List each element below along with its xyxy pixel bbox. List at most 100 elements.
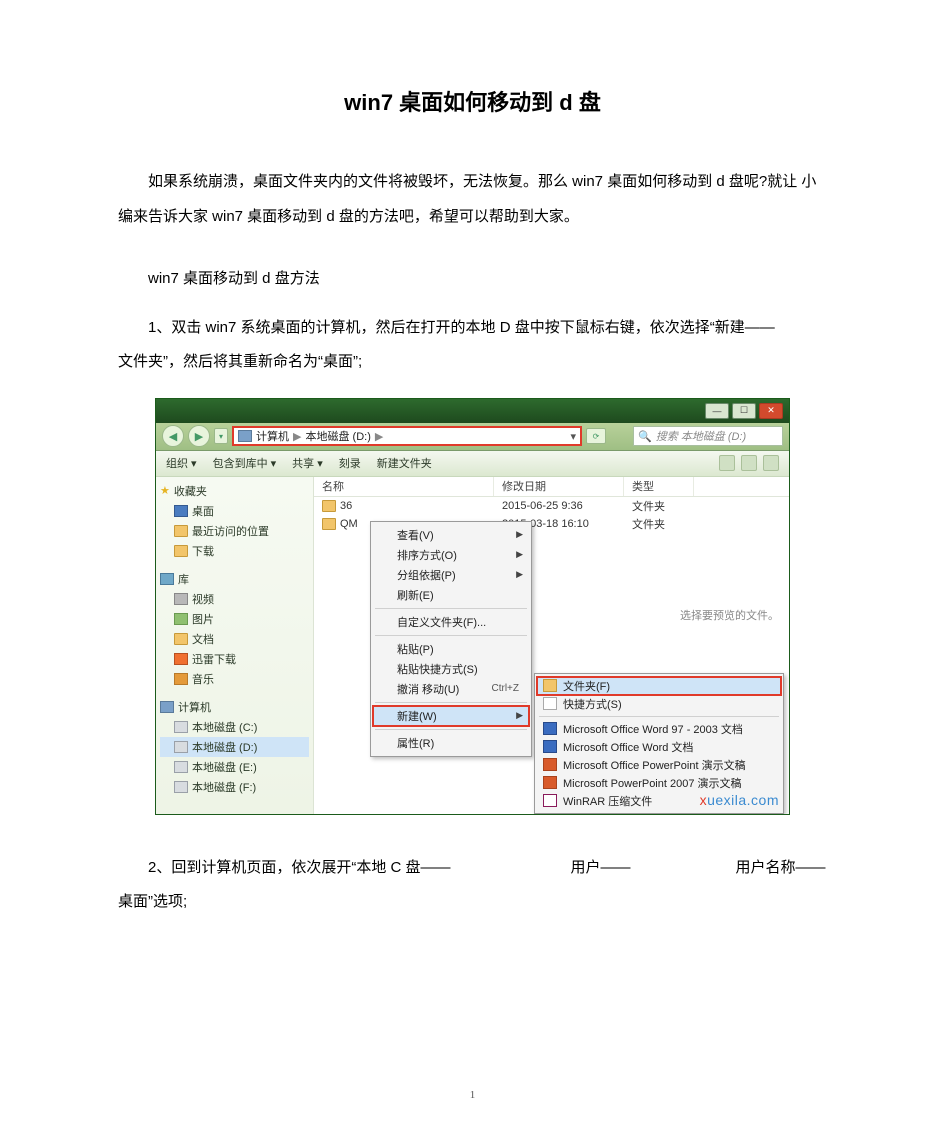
page-number: 1 — [0, 1089, 945, 1101]
context-menu: 查看(V)▶ 排序方式(O)▶ 分组依据(P)▶ 刷新(E) 自定义文件夹(F)… — [370, 521, 532, 757]
submenu-arrow-icon: ▶ — [516, 529, 523, 540]
ctx-sort[interactable]: 排序方式(O)▶ — [373, 545, 529, 565]
sidebar-favorites-head[interactable]: ★收藏夹 — [160, 483, 309, 499]
sidebar-item-pictures[interactable]: 图片 — [160, 609, 309, 629]
refresh-button[interactable]: ⟳ — [586, 428, 606, 444]
disk-icon — [174, 781, 188, 793]
breadcrumb-sep-icon: ▶ — [375, 430, 383, 443]
download-icon — [174, 545, 188, 557]
submenu-arrow-icon: ▶ — [516, 569, 523, 580]
ctx-paste-shortcut[interactable]: 粘贴快捷方式(S) — [373, 659, 529, 679]
sub-word[interactable]: Microsoft Office Word 文档 — [537, 738, 781, 756]
star-icon: ★ — [160, 484, 170, 497]
document-icon — [174, 633, 188, 645]
word-icon — [543, 722, 557, 735]
breadcrumb-computer[interactable]: 计算机 — [256, 428, 289, 444]
view-mode-icon[interactable] — [719, 455, 735, 471]
step-2: 2、回到计算机页面，依次展开“本地 C 盘—— 用户—— 用户名称—— 桌面”选… — [118, 851, 827, 920]
col-type[interactable]: 类型 — [624, 477, 694, 496]
window-titlebar: — ☐ ✕ — [156, 399, 789, 423]
sidebar-item-recent[interactable]: 最近访问的位置 — [160, 521, 309, 541]
thunder-icon — [174, 653, 188, 665]
nav-row: ◀ ▶ ▾ 计算机 ▶ 本地磁盘 (D:) ▶ ▾ ⟳ 🔍 搜索 本地磁盘 (D… — [156, 423, 789, 451]
history-dropdown[interactable]: ▾ — [214, 428, 228, 444]
heading-method: win7 桌面移动到 d 盘方法 — [118, 262, 827, 297]
sidebar-item-desktop[interactable]: 桌面 — [160, 501, 309, 521]
sub-ppt07[interactable]: Microsoft PowerPoint 2007 演示文稿 — [537, 774, 781, 792]
help-icon[interactable] — [763, 455, 779, 471]
computer-icon — [160, 701, 174, 713]
sub-shortcut[interactable]: 快捷方式(S) — [537, 695, 781, 713]
search-placeholder: 搜索 本地磁盘 (D:) — [656, 428, 746, 444]
file-pane: 名称 修改日期 类型 36 2015-06-25 9:36 文件夹 QM 201… — [314, 477, 789, 814]
disk-icon — [174, 721, 188, 733]
ctx-view[interactable]: 查看(V)▶ — [373, 525, 529, 545]
toolbar: 组织 ▾ 包含到库中 ▾ 共享 ▾ 刻录 新建文件夹 — [156, 451, 789, 477]
toolbar-organize[interactable]: 组织 ▾ — [166, 455, 197, 471]
back-button[interactable]: ◀ — [162, 425, 184, 447]
ctx-separator — [375, 635, 527, 636]
word-icon — [543, 740, 557, 753]
sidebar-libraries-head[interactable]: 库 — [160, 571, 309, 587]
sidebar-item-documents[interactable]: 文档 — [160, 629, 309, 649]
sidebar-item-e-drive[interactable]: 本地磁盘 (E:) — [160, 757, 309, 777]
ctx-refresh[interactable]: 刷新(E) — [373, 585, 529, 605]
ctx-separator — [375, 729, 527, 730]
ppt-icon — [543, 758, 557, 771]
column-header: 名称 修改日期 类型 — [314, 477, 789, 497]
picture-icon — [174, 613, 188, 625]
computer-icon — [238, 430, 252, 442]
preview-pane-icon[interactable] — [741, 455, 757, 471]
desktop-icon — [174, 505, 188, 517]
breadcrumb-d-drive[interactable]: 本地磁盘 (D:) — [305, 428, 370, 444]
sub-ppt[interactable]: Microsoft Office PowerPoint 演示文稿 — [537, 756, 781, 774]
disk-icon — [174, 741, 188, 753]
sidebar-item-f-drive[interactable]: 本地磁盘 (F:) — [160, 777, 309, 797]
shortcut-label: Ctrl+Z — [492, 683, 520, 694]
maximize-button[interactable]: ☐ — [732, 403, 756, 419]
toolbar-share[interactable]: 共享 ▾ — [292, 455, 323, 471]
ppt-icon — [543, 776, 557, 789]
music-icon — [174, 673, 188, 685]
ctx-paste[interactable]: 粘贴(P) — [373, 639, 529, 659]
minimize-button[interactable]: — — [705, 403, 729, 419]
ctx-properties[interactable]: 属性(R) — [373, 733, 529, 753]
shortcut-icon — [543, 697, 557, 710]
toolbar-burn[interactable]: 刻录 — [339, 455, 361, 471]
address-bar[interactable]: 计算机 ▶ 本地磁盘 (D:) ▶ ▾ — [232, 426, 582, 446]
toolbar-include-in-library[interactable]: 包含到库中 ▾ — [213, 455, 277, 471]
ctx-custom-folder[interactable]: 自定义文件夹(F)... — [373, 612, 529, 632]
page-title: win7 桌面如何移动到 d 盘 — [118, 85, 827, 117]
watermark: xuexila.com — [700, 792, 779, 808]
sidebar-computer-head[interactable]: 计算机 — [160, 699, 309, 715]
sidebar-item-downloads[interactable]: 下载 — [160, 541, 309, 561]
sidebar-item-music[interactable]: 音乐 — [160, 669, 309, 689]
file-row[interactable]: 36 2015-06-25 9:36 文件夹 — [314, 497, 789, 515]
breadcrumb-sep-icon: ▶ — [293, 430, 301, 443]
ctx-group[interactable]: 分组依据(P)▶ — [373, 565, 529, 585]
explorer-screenshot: — ☐ ✕ ◀ ▶ ▾ 计算机 ▶ 本地磁盘 (D:) ▶ ▾ ⟳ 🔍 搜索 本… — [155, 398, 790, 815]
sidebar-item-thunder[interactable]: 迅雷下载 — [160, 649, 309, 669]
sidebar-item-d-drive[interactable]: 本地磁盘 (D:) — [160, 737, 309, 757]
video-icon — [174, 593, 188, 605]
ctx-new[interactable]: 新建(W)▶ — [373, 706, 529, 726]
disk-icon — [174, 761, 188, 773]
toolbar-new-folder[interactable]: 新建文件夹 — [377, 455, 432, 471]
ctx-separator — [375, 608, 527, 609]
sub-folder[interactable]: 文件夹(F) — [537, 677, 781, 695]
sidebar-item-c-drive[interactable]: 本地磁盘 (C:) — [160, 717, 309, 737]
folder-icon — [322, 500, 336, 512]
col-date[interactable]: 修改日期 — [494, 477, 624, 496]
sub-separator — [539, 716, 779, 717]
col-name[interactable]: 名称 — [314, 477, 494, 496]
close-button[interactable]: ✕ — [759, 403, 783, 419]
recent-icon — [174, 525, 188, 537]
ctx-undo[interactable]: 撤消 移动(U)Ctrl+Z — [373, 679, 529, 699]
sub-word97[interactable]: Microsoft Office Word 97 - 2003 文档 — [537, 720, 781, 738]
sidebar-item-videos[interactable]: 视频 — [160, 589, 309, 609]
folder-icon — [543, 679, 557, 692]
search-input[interactable]: 🔍 搜索 本地磁盘 (D:) — [633, 426, 783, 446]
address-dropdown-icon[interactable]: ▾ — [570, 430, 576, 443]
forward-button[interactable]: ▶ — [188, 425, 210, 447]
library-icon — [160, 573, 174, 585]
